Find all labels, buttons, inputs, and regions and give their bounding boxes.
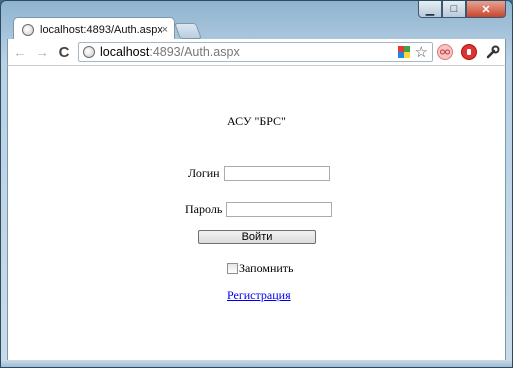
remember-label[interactable]: Запомнить: [239, 261, 294, 276]
tab-active[interactable]: localhost:4893/Auth.aspx ×: [13, 17, 175, 41]
globe-icon: [22, 23, 34, 36]
new-tab-button[interactable]: [174, 23, 202, 39]
url-path: :4893/Auth.aspx: [149, 45, 240, 59]
wrench-icon[interactable]: [485, 44, 501, 60]
browser-window: ▁ □ ✕ localhost:4893/Auth.aspx × ← → C l…: [0, 0, 513, 368]
remember-row: Запомнить: [227, 261, 294, 276]
login-row: Логин: [188, 166, 330, 181]
password-input[interactable]: [226, 202, 333, 217]
login-input[interactable]: [223, 166, 330, 181]
reload-button[interactable]: C: [54, 42, 74, 62]
globe-icon: [83, 46, 95, 58]
page-action-icon[interactable]: [397, 46, 410, 58]
back-button[interactable]: ←: [10, 42, 30, 62]
register-link[interactable]: Регистрация: [227, 288, 291, 303]
tab-strip: localhost:4893/Auth.aspx ×: [7, 15, 502, 41]
password-label: Пароль: [185, 202, 223, 216]
star-icon[interactable]: ☆: [415, 43, 428, 61]
window-bottom-frame: [1, 360, 512, 367]
glasses-icon: [440, 49, 450, 55]
hand-icon: [467, 49, 471, 55]
browser-toolbar: ← → C localhost:4893/Auth.aspx ☆: [7, 39, 506, 65]
login-label: Логин: [188, 166, 220, 180]
page-content: АСУ "БРС" Логин Пароль Войти Запомнить Р…: [7, 65, 506, 362]
forward-button[interactable]: →: [32, 42, 52, 62]
tab-close-icon[interactable]: ×: [162, 24, 168, 36]
url-host: localhost: [100, 45, 150, 59]
remember-checkbox[interactable]: [227, 263, 238, 274]
omnibox-actions: ☆: [395, 43, 432, 61]
wrench-shape-icon: [486, 45, 500, 59]
login-button[interactable]: Войти: [198, 230, 316, 244]
adblock-icon[interactable]: [461, 44, 477, 60]
address-bar[interactable]: localhost:4893/Auth.aspx ☆: [78, 42, 433, 62]
page-title: АСУ "БРС": [227, 114, 286, 128]
password-row: Пароль: [185, 202, 333, 217]
tab-title: localhost:4893/Auth.aspx: [40, 23, 162, 36]
extension-icon[interactable]: [437, 44, 453, 60]
